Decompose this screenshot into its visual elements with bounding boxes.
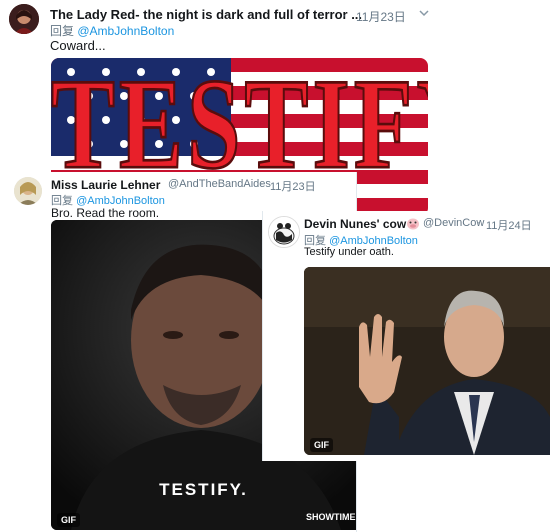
tweet-text: Bro. Read the room. bbox=[51, 206, 160, 220]
avatar[interactable] bbox=[14, 177, 42, 205]
reply-label: 回复 bbox=[50, 24, 75, 38]
avatar[interactable] bbox=[268, 216, 300, 248]
gif-caption: TESTIFY. bbox=[159, 480, 248, 499]
tweet-gif[interactable]: GIF bbox=[304, 267, 550, 455]
gif-badge: GIF bbox=[310, 438, 333, 452]
showtime-watermark: SHOWTIME bbox=[306, 512, 356, 522]
tweet-text: Testify under oath. bbox=[304, 246, 394, 258]
tweet-separator: · bbox=[260, 178, 264, 190]
tweet-separator: · bbox=[477, 217, 481, 229]
tweet-date[interactable]: 11月23日 bbox=[270, 178, 316, 194]
tweet-card-3: Devin Nunes' cow @DevinCow · 11月24日 回复 @… bbox=[262, 211, 550, 461]
reply-context: 回复 @AmbJohnBolton bbox=[50, 22, 174, 39]
reply-handle-link[interactable]: @AmbJohnBolton bbox=[77, 24, 174, 38]
author-name[interactable]: Devin Nunes' cow bbox=[304, 217, 406, 231]
tweet-text: Coward... bbox=[50, 38, 106, 53]
cow-emoji-icon bbox=[406, 217, 420, 230]
author-handle[interactable]: @DevinCow bbox=[423, 217, 484, 229]
author-name[interactable]: The Lady Red- the night is dark and full… bbox=[50, 7, 362, 22]
chevron-down-icon[interactable] bbox=[418, 6, 430, 18]
avatar[interactable] bbox=[9, 4, 39, 34]
author-name[interactable]: Miss Laurie Lehner bbox=[51, 178, 160, 192]
tweet-date[interactable]: 11月23日 bbox=[356, 8, 406, 25]
tweet-date[interactable]: 11月24日 bbox=[486, 217, 532, 233]
gif-badge: GIF bbox=[57, 513, 80, 527]
author-handle[interactable]: @AndTheBandAides bbox=[168, 178, 271, 190]
tweet-separator: · bbox=[342, 8, 346, 22]
